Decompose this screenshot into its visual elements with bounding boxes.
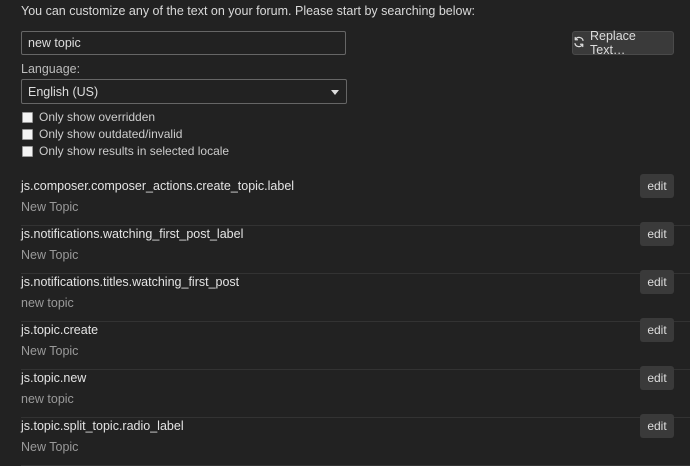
filter-outdated-label: Only show outdated/invalid (39, 127, 183, 141)
chevron-down-icon (331, 90, 339, 95)
filter-locale-checkbox[interactable] (22, 145, 33, 157)
result-value: new topic (21, 296, 74, 310)
result-key: js.topic.split_topic.radio_label (21, 419, 184, 433)
filter-outdated-checkbox[interactable] (22, 128, 33, 140)
result-row: js.topic.new new topic edit (21, 366, 690, 418)
refresh-icon (573, 36, 585, 51)
result-value: New Topic (21, 440, 79, 454)
filter-locale[interactable]: Only show results in selected locale (22, 144, 229, 158)
intro-text: You can customize any of the text on you… (21, 4, 475, 18)
replace-text-button[interactable]: Replace Text… (572, 29, 674, 57)
filter-locale-label: Only show results in selected locale (39, 144, 230, 158)
language-select[interactable]: English (US) (21, 79, 347, 104)
filter-outdated[interactable]: Only show outdated/invalid (22, 127, 182, 141)
filter-overridden[interactable]: Only show overridden (22, 110, 155, 124)
edit-button[interactable]: edit (640, 174, 674, 198)
replace-text-label: Replace Text… (590, 29, 636, 57)
edit-button[interactable]: edit (640, 414, 674, 438)
language-selected: English (US) (28, 84, 99, 99)
result-value: New Topic (21, 248, 79, 262)
filter-overridden-label: Only show overridden (39, 110, 156, 124)
result-value: New Topic (21, 200, 79, 214)
result-row: js.notifications.titles.watching_first_p… (21, 270, 690, 322)
edit-button[interactable]: edit (640, 222, 674, 246)
result-key: js.notifications.watching_first_post_lab… (21, 227, 244, 241)
result-key: js.composer.composer_actions.create_topi… (21, 179, 295, 193)
edit-button[interactable]: edit (640, 366, 674, 390)
result-key: js.notifications.titles.watching_first_p… (21, 275, 240, 289)
filter-overridden-checkbox[interactable] (22, 111, 33, 123)
result-value: new topic (21, 392, 74, 406)
result-row: js.notifications.watching_first_post_lab… (21, 222, 690, 274)
edit-button[interactable]: edit (640, 318, 674, 342)
language-label: Language: (21, 62, 81, 76)
result-value: New Topic (21, 344, 79, 358)
result-row: js.composer.composer_actions.create_topi… (21, 174, 690, 226)
edit-button[interactable]: edit (640, 270, 674, 294)
result-key: js.topic.new (21, 371, 87, 385)
result-key: js.topic.create (21, 323, 99, 337)
result-row: js.topic.create New Topic edit (21, 318, 690, 370)
search-input[interactable] (21, 31, 346, 55)
result-row: js.topic.split_topic.radio_label New Top… (21, 414, 690, 466)
